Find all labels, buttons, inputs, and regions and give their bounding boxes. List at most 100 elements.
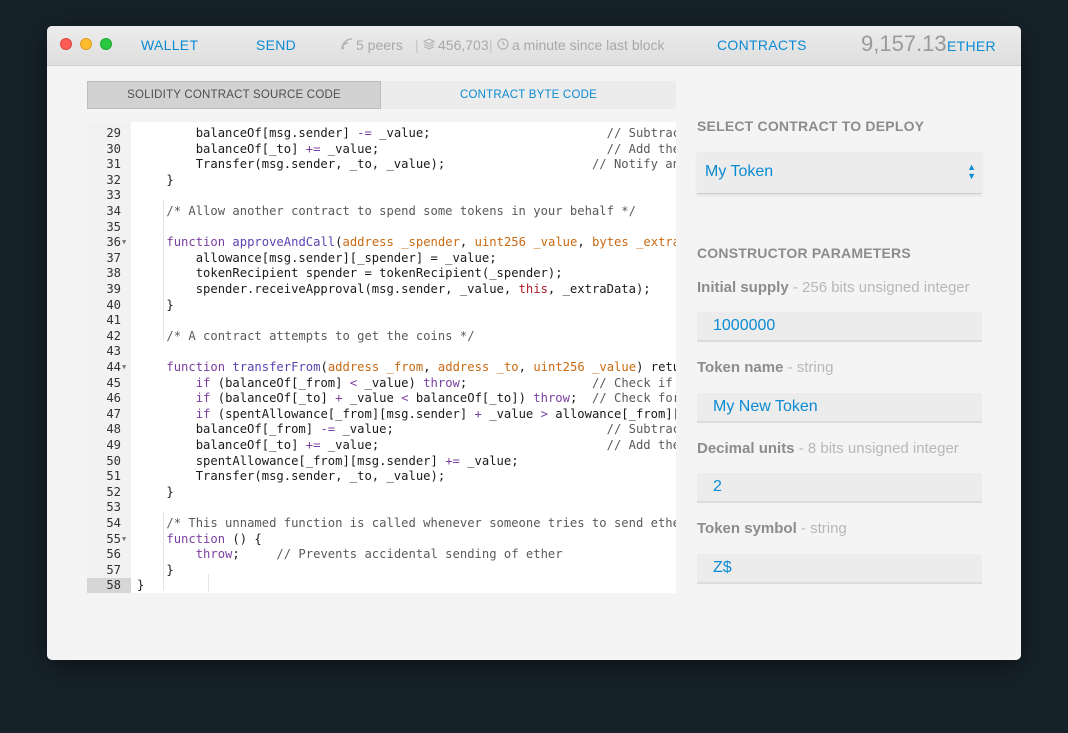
code-line[interactable]: 39 spender.receiveApproval(msg.sender, _… [87,282,676,298]
code-line[interactable]: 52 } [87,485,676,501]
stat-divider: | [489,37,493,53]
code-token: function [166,531,226,546]
code-line[interactable]: 40 } [87,298,676,314]
close-window-button[interactable] [60,38,72,50]
fold-arrow-icon[interactable]: ▼ [122,235,126,251]
code-text: } [137,578,144,593]
code-line[interactable]: 34 /* Allow another contract to spend so… [87,204,676,220]
code-text: Transfer(msg.sender, _to, _value); [137,469,446,485]
line-number: 53 [106,500,121,515]
token-symbol-input[interactable]: Z$ [697,554,982,584]
code-line[interactable]: 35 [87,220,676,236]
decimal-units-input[interactable]: 2 [697,473,982,503]
code-token: bytes [592,235,629,250]
code-tabs: SOLIDITY CONTRACT SOURCE CODE CONTRACT B… [87,81,676,109]
line-number: 42 [106,328,121,343]
code-token: function [166,235,226,250]
code-token: } [137,562,174,577]
code-text: } [137,297,174,314]
code-line[interactable]: 54 /* This unnamed function is called wh… [87,516,676,532]
code-line[interactable]: 36 ▼ function approveAndCall(address _spe… [87,235,676,251]
code-line[interactable]: 38 tokenRecipient spender = tokenRecipie… [87,266,676,282]
contract-select[interactable]: My Token ▲ ▼ [697,152,982,194]
code-token: (balanceOf[_from] [210,375,350,390]
nav-contracts[interactable]: CONTRACTS [717,37,807,53]
code-text: balanceOf[_to] += _value; // Add the sam… [137,438,676,454]
zoom-window-button[interactable] [100,38,112,50]
code-line[interactable]: 56 throw; // Prevents accidental sending… [87,547,676,563]
initial-supply-input[interactable]: 1000000 [697,312,982,342]
code-token: += [305,438,321,452]
code-token: _from [386,360,424,374]
code-line[interactable]: 49 balanceOf[_to] += _value; // Add the … [87,438,676,454]
token-name-input[interactable]: My New Token [697,393,982,423]
code-line[interactable]: 46 if (balanceOf[_to] + _value < balance… [87,391,676,407]
code-token: tokenRecipient spender = tokenRecipient(… [137,266,563,281]
line-number: 46 [106,391,121,406]
code-line[interactable]: 51 Transfer(msg.sender, _to, _value); [87,469,676,485]
code-token: _to [496,360,519,374]
code-line[interactable]: 47 if (spentAllowance[_from][msg.sender]… [87,407,676,423]
code-text: /* Allow another contract to spend some … [137,204,636,220]
code-token: _value; [320,141,607,156]
code-token: } [137,297,174,312]
line-number: 37 [106,250,121,265]
code-token: _value [481,406,541,421]
code-text: /* A contract attempts to get the coins … [137,328,475,345]
code-text: throw; // Prevents accidental sending of… [137,547,563,563]
code-token: uint256 [474,235,526,250]
tab-byte-code[interactable]: CONTRACT BYTE CODE [381,81,676,109]
minimize-window-button[interactable] [80,38,92,50]
line-number: 33 [106,188,121,203]
nav-send[interactable]: SEND [256,37,296,53]
code-text: } [137,485,173,501]
code-text: balanceOf[msg.sender] -= _value; // Subt… [137,126,676,142]
code-line[interactable]: 57 } [87,563,676,579]
code-line[interactable]: 37 allowance[msg.sender][_spender] = _va… [87,251,676,267]
code-line[interactable]: 32 } [87,173,676,189]
code-line[interactable]: 44 ▼ function transferFrom(address _from,… [87,360,676,376]
param-label-token-name: Token name - string [697,359,833,376]
code-token: ) returns (bool success) [636,360,676,374]
code-token: spentAllowance[_from][msg.sender] [137,453,446,468]
code-token: if [195,375,211,390]
code-token: } [137,172,174,187]
line-number: 58 [87,578,131,593]
code-line[interactable]: 48 balanceOf[_from] -= _value; // Subtra… [87,422,676,438]
titlebar: WALLET SEND 5 peers | 456,703 | a minute… [47,26,1021,66]
nav-wallet[interactable]: WALLET [141,37,198,53]
code-token: /* A contract attempts to get the coins … [166,328,475,343]
block-stat: 456,703 [422,37,489,53]
code-token: ; [459,375,592,390]
balance-amount: 9,157.13 [861,31,947,56]
code-token: address [327,360,380,374]
param-hint: - 8 bits unsigned integer [794,440,959,457]
code-line[interactable]: 33 [87,188,676,204]
code-line[interactable]: 29 balanceOf[msg.sender] -= _value; // S… [87,126,676,142]
code-text: function transferFrom(address _from, add… [137,360,676,376]
code-line[interactable]: 45 if (balanceOf[_from] < _value) throw;… [87,376,676,392]
code-line[interactable]: 43 [87,344,676,360]
fold-arrow-icon[interactable]: ▼ [122,532,126,548]
code-token: if [195,391,211,406]
code-line[interactable]: 30 balanceOf[_to] += _value; // Add the … [87,142,676,158]
code-line[interactable]: 31 Transfer(msg.sender, _to, _value); //… [87,157,676,173]
code-line[interactable]: 53 [87,500,676,516]
code-line[interactable]: 55 ▼ function () { [87,532,676,548]
code-line[interactable]: 50 spentAllowance[_from][msg.sender] += … [87,454,676,470]
code-token: ; [569,391,592,406]
tab-solidity-source[interactable]: SOLIDITY CONTRACT SOURCE CODE [87,81,381,109]
code-text: balanceOf[_to] += _value; // Add the sam… [137,142,676,158]
code-editor[interactable]: 29 balanceOf[msg.sender] -= _value; // S… [87,122,676,593]
code-token: _value [342,391,402,406]
fold-arrow-icon[interactable]: ▼ [122,360,126,376]
code-line[interactable]: 58} [87,578,676,593]
code-line[interactable]: 41 [87,313,676,329]
code-line[interactable]: 42 /* A contract attempts to get the coi… [87,329,676,345]
selected-contract: My Token [705,163,774,180]
code-token: uint256 [533,360,585,374]
